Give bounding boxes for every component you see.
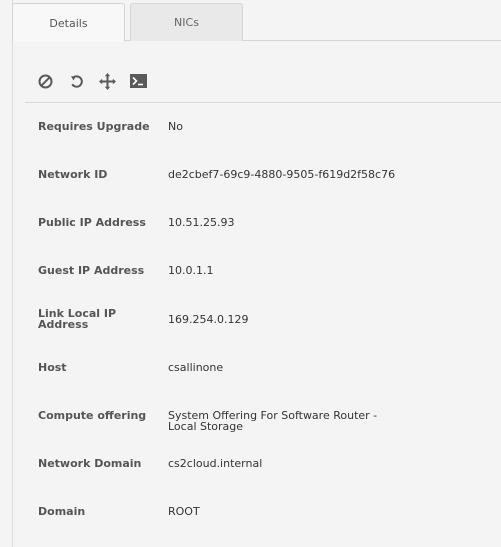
detail-value: 169.254.0.129 [168,313,249,326]
detail-value: csallinone [168,361,224,374]
console-icon[interactable] [128,72,148,90]
detail-label: Host [38,361,67,374]
detail-value: cs2cloud.internal [168,457,263,470]
detail-label: Guest IP Address [38,264,145,277]
detail-value: 10.0.1.1 [168,264,214,277]
detail-label: Public IP Address [38,216,146,229]
detail-value: No [168,120,183,133]
tab-details[interactable]: Details [12,3,125,42]
stop-icon[interactable] [35,72,55,90]
detail-value: ROOT [168,505,200,518]
detail-label: Compute offering [38,409,147,422]
detail-value: System Offering For Software Router - Lo… [168,409,378,433]
tab-bar: Details NICs [12,0,501,42]
detail-value: 10.51.25.93 [168,216,235,229]
detail-label: Link Local IP Address [38,307,117,331]
detail-label: Network ID [38,168,108,181]
reboot-icon[interactable] [66,72,86,90]
migrate-icon[interactable] [97,72,117,90]
detail-label: Requires Upgrade [38,120,150,133]
action-toolbar [25,65,501,103]
detail-label: Domain [38,505,86,518]
detail-label: Network Domain [38,457,142,470]
detail-value: de2cbef7-69c9-4880-9505-f619d2f58c76 [168,168,396,181]
tab-nics[interactable]: NICs [130,3,243,41]
